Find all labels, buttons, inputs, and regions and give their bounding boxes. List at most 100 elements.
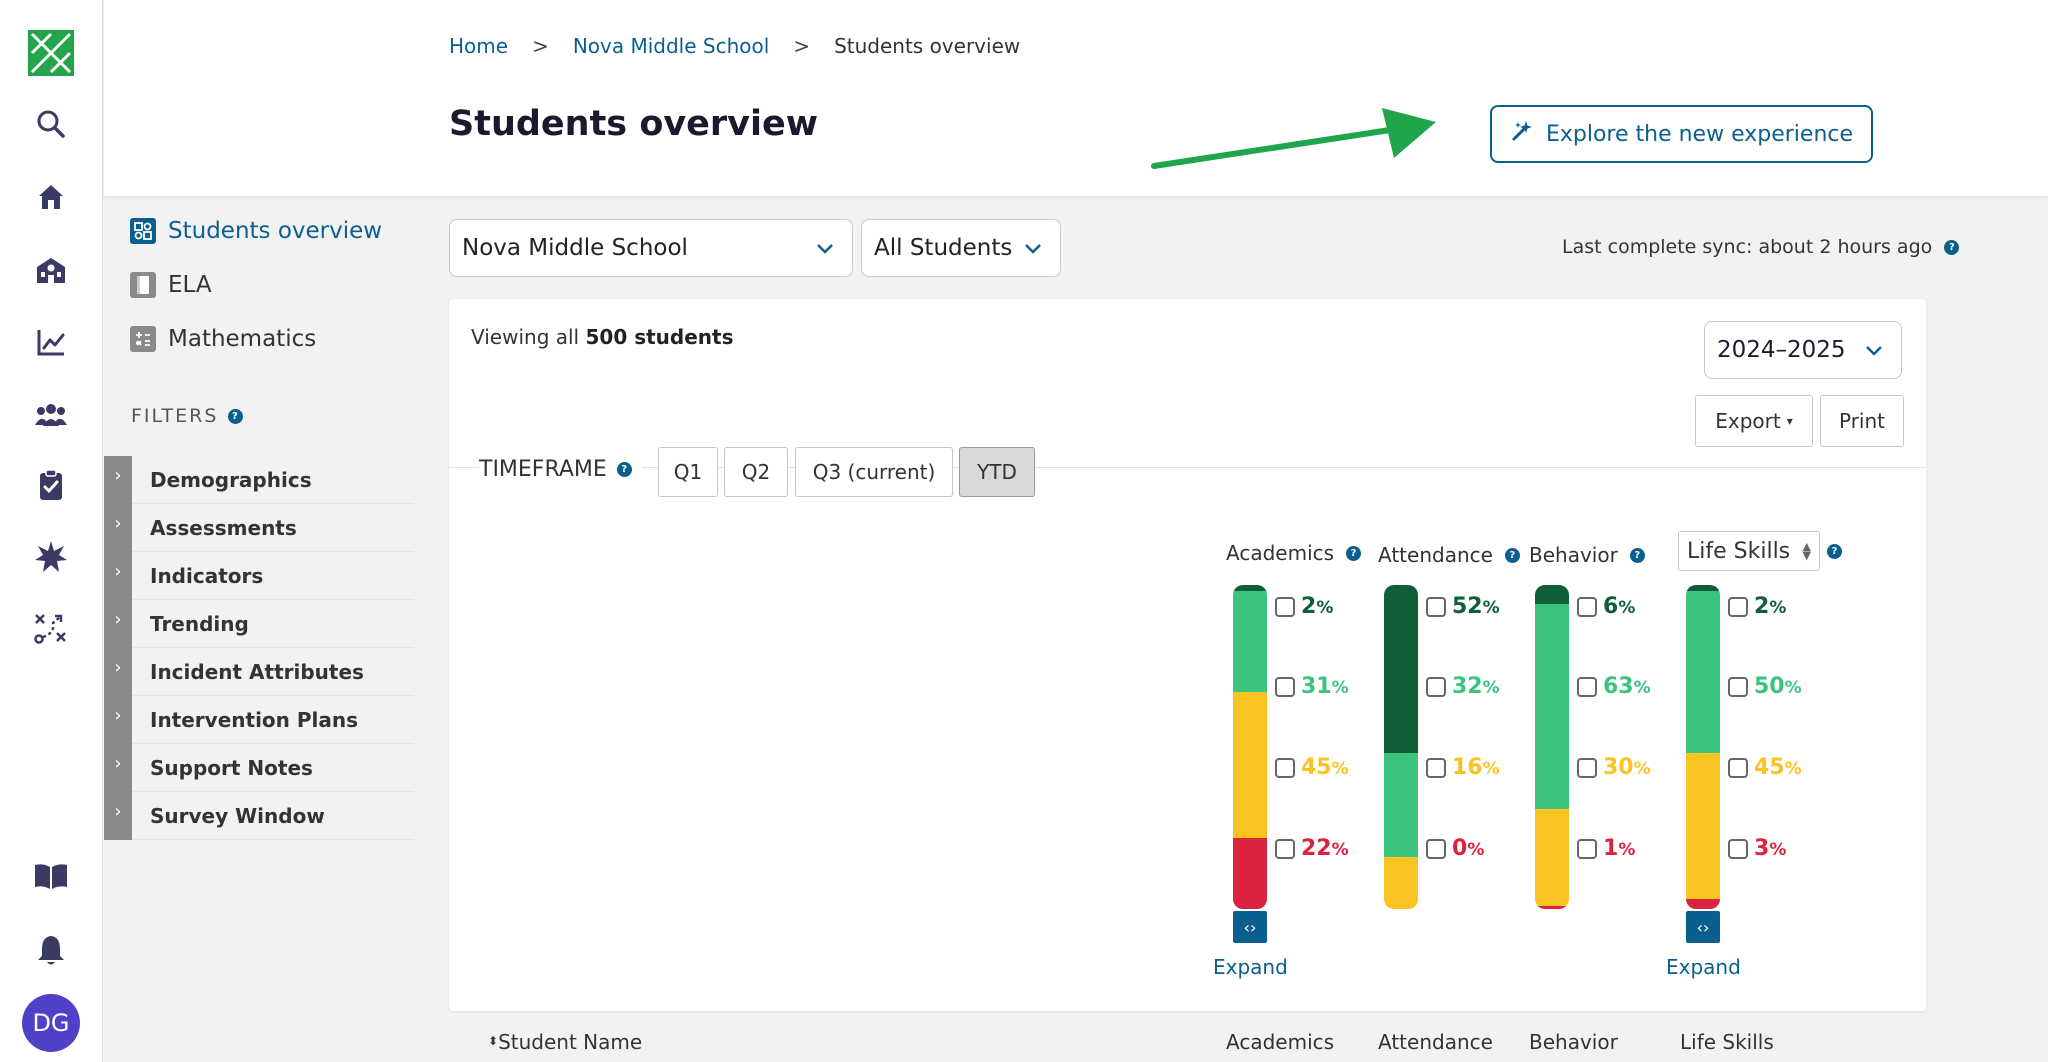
filter-demographics[interactable]: › Demographics: [104, 455, 414, 504]
bar-segment-red[interactable]: [1535, 905, 1569, 909]
percent-toggle-red[interactable]: 0%: [1426, 836, 1484, 861]
checkbox[interactable]: [1426, 757, 1446, 778]
filter-assessments[interactable]: › Assessments: [104, 503, 414, 552]
help-icon[interactable]: ?: [1944, 239, 1960, 255]
breadcrumb-school[interactable]: Nova Middle School: [573, 34, 769, 58]
breadcrumb-home[interactable]: Home: [449, 34, 508, 58]
percent-toggle-green[interactable]: 32%: [1426, 674, 1500, 699]
timeframe-q1[interactable]: Q1: [658, 447, 718, 497]
expand-academics-icon[interactable]: ‹›: [1233, 911, 1267, 943]
filter-indicators[interactable]: › Indicators: [104, 551, 414, 600]
table-header-life-skills[interactable]: Life Skills: [1680, 1030, 1774, 1054]
app-logo[interactable]: [28, 30, 74, 76]
checkbox[interactable]: [1728, 757, 1748, 778]
help-icon[interactable]: ?: [616, 462, 632, 477]
book-icon[interactable]: [33, 858, 69, 894]
checkbox[interactable]: [1577, 676, 1597, 697]
school-select[interactable]: Nova Middle School: [449, 219, 853, 277]
help-icon[interactable]: ?: [1827, 544, 1842, 559]
bar-segment-yellow[interactable]: [1535, 808, 1569, 906]
search-icon[interactable]: [33, 106, 69, 142]
bar-segment-red[interactable]: [1233, 837, 1267, 909]
help-icon[interactable]: ?: [1629, 547, 1645, 563]
percent-toggle-yellow[interactable]: 30%: [1577, 755, 1651, 780]
strategy-icon[interactable]: [33, 610, 69, 646]
checkbox[interactable]: [1728, 838, 1748, 859]
home-icon[interactable]: [33, 179, 69, 215]
filters-list: › Demographics › Assessments › Indicators ›…: [104, 455, 414, 840]
print-button[interactable]: Print: [1820, 395, 1904, 447]
checkbox[interactable]: [1275, 838, 1295, 859]
table-header-attendance[interactable]: Attendance: [1378, 1030, 1493, 1054]
table-header-academics[interactable]: Academics: [1226, 1030, 1334, 1054]
expand-life-skills-icon[interactable]: ‹›: [1686, 911, 1720, 943]
percent-toggle-green[interactable]: 31%: [1275, 674, 1349, 699]
nav-mathematics[interactable]: Mathematics: [104, 312, 414, 366]
percent-toggle-green[interactable]: 63%: [1577, 674, 1651, 699]
bar-segment-red[interactable]: [1686, 899, 1720, 909]
filter-intervention-plans[interactable]: › Intervention Plans: [104, 695, 414, 744]
checkbox[interactable]: [1426, 676, 1446, 697]
percent-toggle-yellow[interactable]: 16%: [1426, 755, 1500, 780]
checkbox[interactable]: [1577, 838, 1597, 859]
students-select[interactable]: All Students: [861, 219, 1061, 277]
checkbox[interactable]: [1426, 596, 1446, 617]
explore-new-experience-button[interactable]: Explore the new experience: [1490, 105, 1873, 163]
percent-symbol: %: [1316, 598, 1334, 618]
bar-segment-yellow[interactable]: [1384, 857, 1418, 909]
chart-line-icon[interactable]: [33, 324, 69, 360]
bar-segment-dark-green[interactable]: [1535, 585, 1569, 605]
checkbox[interactable]: [1728, 676, 1748, 697]
percent-toggle-dark-green[interactable]: 52%: [1426, 594, 1500, 619]
table-header-name[interactable]: ⬍Student Name: [488, 1030, 642, 1054]
bar-segment-yellow[interactable]: [1233, 691, 1267, 838]
expand-life-skills-link[interactable]: Expand: [1666, 955, 1741, 979]
bar-segment-green[interactable]: [1535, 604, 1569, 809]
checkbox[interactable]: [1275, 757, 1295, 778]
help-icon[interactable]: ?: [1504, 547, 1520, 563]
bar-segment-green[interactable]: [1384, 753, 1418, 858]
checkbox[interactable]: [1275, 596, 1295, 617]
percent-toggle-yellow[interactable]: 45%: [1275, 755, 1349, 780]
bar-segment-dark-green[interactable]: [1384, 585, 1418, 754]
percent-toggle-dark-green[interactable]: 2%: [1728, 594, 1786, 619]
star-badge-icon[interactable]: [33, 539, 69, 575]
expand-academics-link[interactable]: Expand: [1213, 955, 1288, 979]
percent-toggle-yellow[interactable]: 45%: [1728, 755, 1802, 780]
nav-ela[interactable]: ELA: [104, 258, 414, 312]
bar-segment-yellow[interactable]: [1686, 753, 1720, 900]
export-button[interactable]: Export ▾: [1695, 395, 1813, 447]
avatar[interactable]: DG: [22, 994, 80, 1052]
nav-students-overview[interactable]: Students overview: [104, 204, 414, 258]
percent-toggle-red[interactable]: 1%: [1577, 836, 1635, 861]
filter-incident-attributes[interactable]: › Incident Attributes: [104, 647, 414, 696]
bell-icon[interactable]: [33, 932, 69, 968]
percent-toggle-red[interactable]: 3%: [1728, 836, 1786, 861]
year-select[interactable]: 2024–2025: [1704, 321, 1902, 379]
life-skills-select[interactable]: Life Skills ▲ ▼: [1678, 531, 1820, 571]
filter-support-notes[interactable]: › Support Notes: [104, 743, 414, 792]
bar-segment-green[interactable]: [1686, 591, 1720, 754]
percent-toggle-green[interactable]: 50%: [1728, 674, 1802, 699]
percent-toggle-red[interactable]: 22%: [1275, 836, 1349, 861]
bar-segment-green[interactable]: [1233, 591, 1267, 692]
checkbox[interactable]: [1426, 838, 1446, 859]
school-icon[interactable]: [33, 252, 69, 288]
checkbox[interactable]: [1275, 676, 1295, 697]
clipboard-check-icon[interactable]: [33, 467, 69, 503]
timeframe-q3[interactable]: Q3 (current): [795, 447, 953, 497]
timeframe-ytd[interactable]: YTD: [959, 447, 1035, 497]
checkbox[interactable]: [1577, 596, 1597, 617]
filter-survey-window[interactable]: › Survey Window: [104, 791, 414, 840]
help-icon[interactable]: ?: [1346, 545, 1362, 561]
users-icon[interactable]: [33, 397, 69, 433]
checkbox[interactable]: [1728, 596, 1748, 617]
help-icon[interactable]: ?: [228, 408, 244, 424]
percent-toggle-dark-green[interactable]: 2%: [1275, 594, 1333, 619]
percent-value: 30%: [1603, 755, 1651, 780]
checkbox[interactable]: [1577, 757, 1597, 778]
percent-toggle-dark-green[interactable]: 6%: [1577, 594, 1635, 619]
timeframe-q2[interactable]: Q2: [724, 447, 788, 497]
table-header-behavior[interactable]: Behavior: [1529, 1030, 1618, 1054]
filter-trending[interactable]: › Trending: [104, 599, 414, 648]
